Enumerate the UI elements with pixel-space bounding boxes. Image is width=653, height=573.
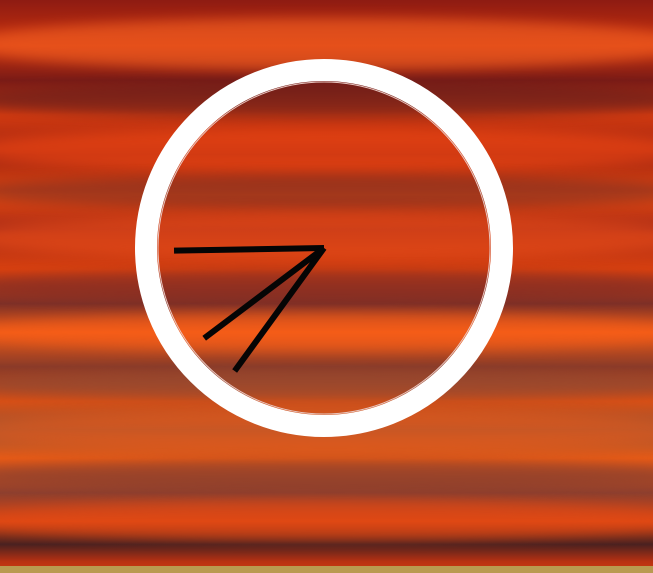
hour-hand [173,245,325,254]
second-hand [202,245,326,341]
cloud-band [0,460,653,490]
minute-hand [232,246,327,373]
desktop-background [0,0,653,573]
cloud-band [0,500,653,540]
clock-face [135,59,513,437]
bottom-strip [0,566,653,573]
analog-clock-widget[interactable] [134,58,514,438]
